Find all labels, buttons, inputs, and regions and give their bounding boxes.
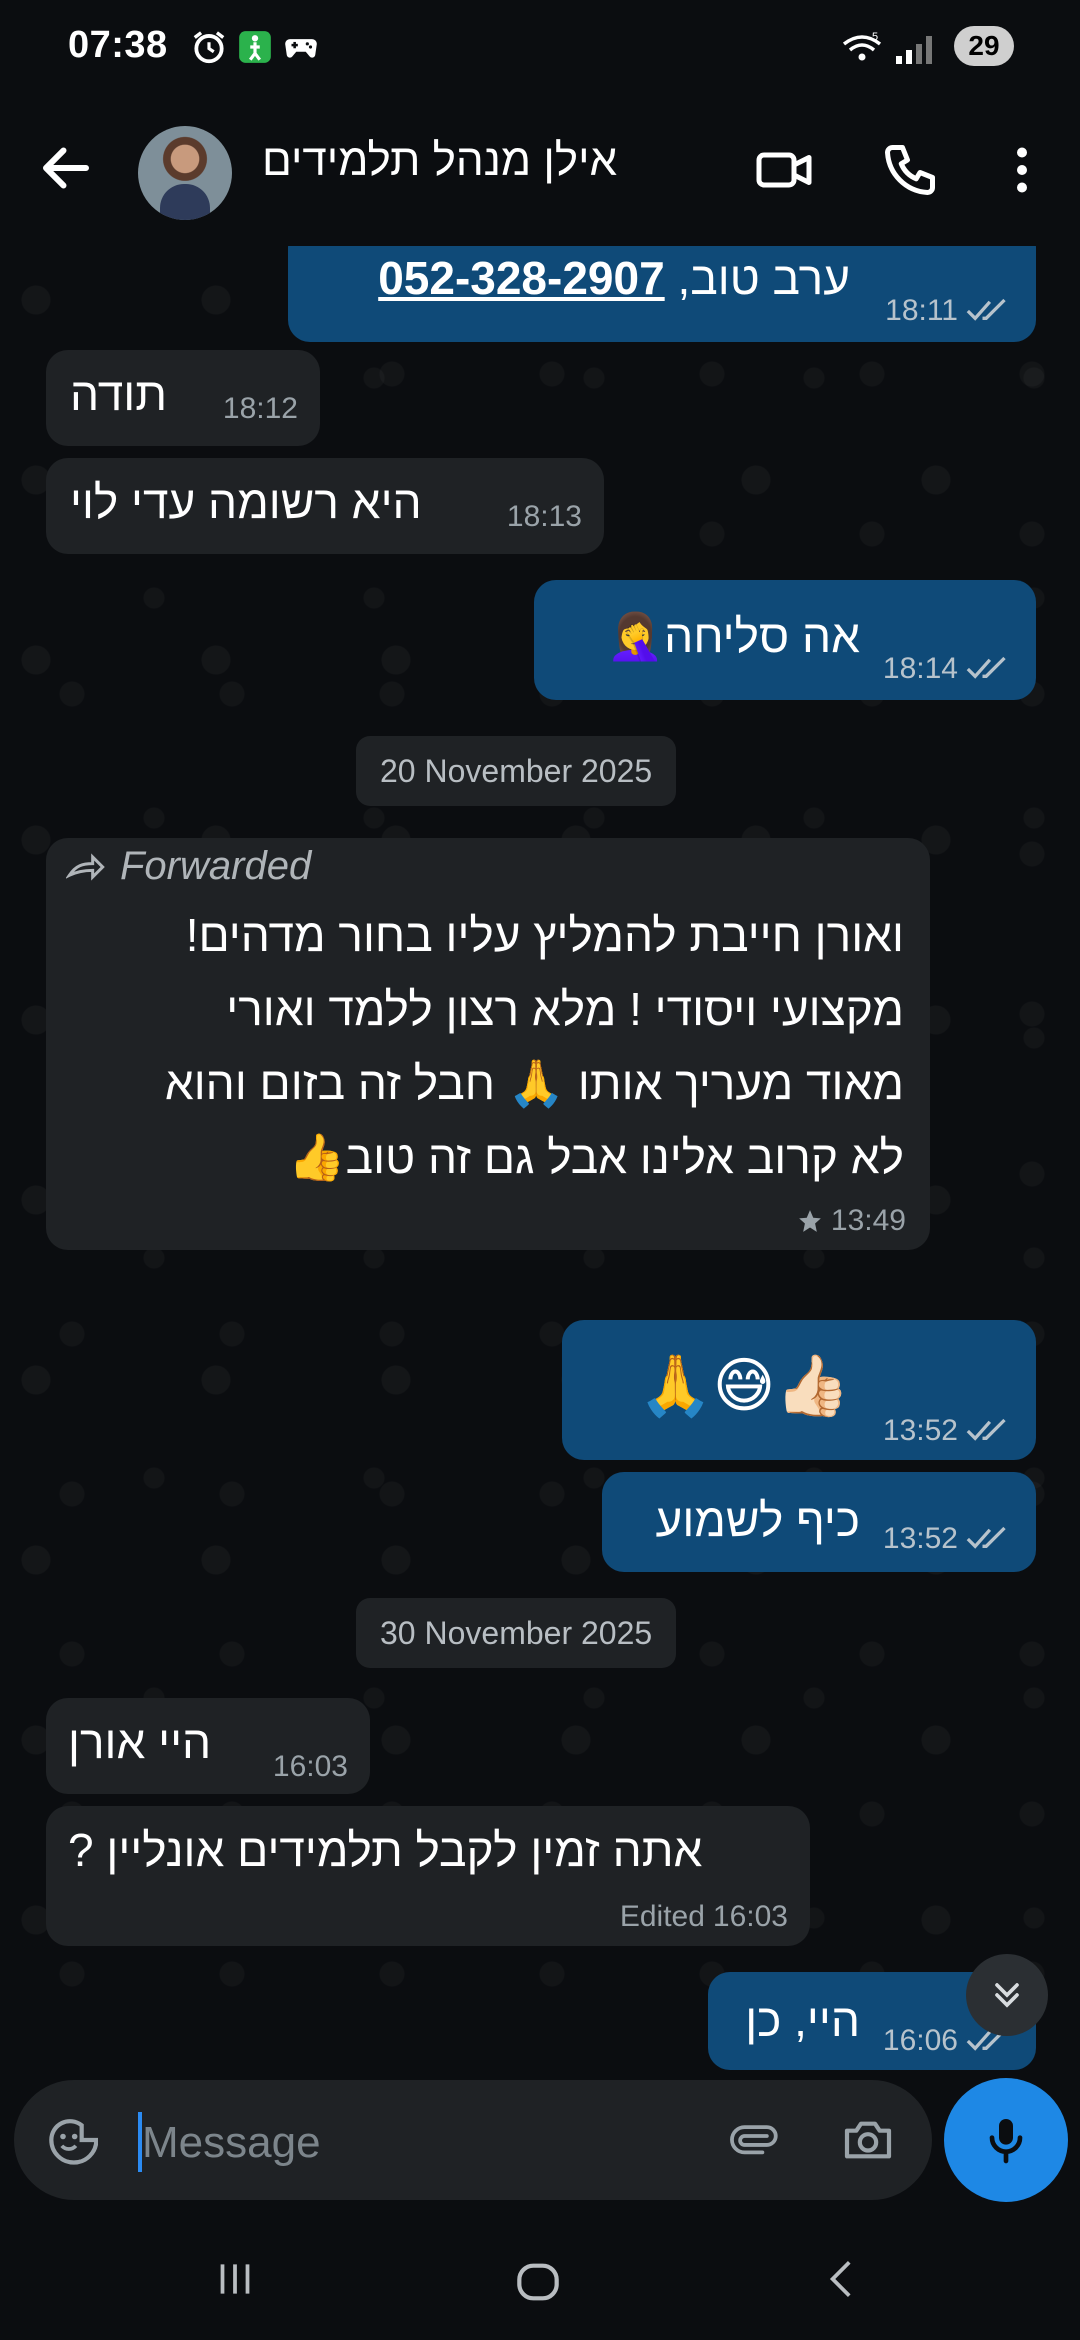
microphone-icon <box>989 2119 1023 2164</box>
message-time: 18:14 <box>882 652 958 685</box>
message-time: 18:12 <box>222 392 298 425</box>
back-nav-icon[interactable] <box>818 2254 868 2304</box>
date-chip: 20 November 2025 <box>356 736 677 806</box>
message-text: היי, כן <box>745 1994 860 2046</box>
back-arrow-icon[interactable] <box>36 138 96 198</box>
alarm-icon <box>193 31 225 64</box>
double-chevron-down-icon <box>995 1983 1019 2008</box>
message-text: ערב טוב, <box>677 252 850 304</box>
message-line: לא קרוב אלינו אבל גם זה טוב👍 <box>288 1131 904 1183</box>
message-text: היא רשומה עדי לוי <box>70 476 422 528</box>
message-line: מקצועי ויסודי ! מלא רצון ללמד ואורי <box>226 983 904 1035</box>
read-ticks-icon <box>966 1418 1006 1441</box>
phone-icon[interactable] <box>880 140 940 200</box>
message-time: 16:06 <box>882 2024 958 2057</box>
forwarded-label: Forwarded <box>120 844 312 888</box>
message-time: 13:49 <box>830 1204 906 1237</box>
game-controller-icon <box>285 39 317 58</box>
edited-label: Edited <box>619 1900 705 1933</box>
message-bubble-forwarded[interactable]: Forwarded ואורן חייבת להמליץ עליו בחור מ… <box>46 838 930 1250</box>
message-text: אתה זמין לקבל תלמידים אונליין ? <box>68 1824 703 1876</box>
message-line: מאוד מעריך אותו 🙏 חבל זה בזום והוא <box>164 1057 904 1109</box>
status-time: 07:38 <box>68 24 168 66</box>
message-bubble-outgoing[interactable]: כיף לשמוע 13:52 <box>602 1472 1036 1572</box>
camera-icon[interactable] <box>840 2112 896 2168</box>
chat-messages-area[interactable]: ערב טוב, 052-328-2907 18:11 תודה 18:12 ה… <box>0 246 1080 2072</box>
message-bubble-incoming[interactable]: תודה 18:12 <box>46 350 320 446</box>
facepalm-emoji: 🤦‍♀️ <box>606 609 665 663</box>
message-input[interactable]: Message <box>142 2118 321 2168</box>
voice-record-button[interactable] <box>944 2078 1068 2202</box>
svg-text:5: 5 <box>872 31 878 43</box>
read-ticks-icon <box>966 1526 1006 1549</box>
read-ticks-icon <box>966 298 1006 321</box>
message-bubble-outgoing[interactable]: 🙏😅👍🏻 13:52 <box>562 1320 1036 1460</box>
emoji-message: 🙏😅👍🏻 <box>638 1351 850 1421</box>
starred-icon <box>799 1210 821 1232</box>
battery-indicator: 29 <box>954 26 1014 66</box>
more-options-icon[interactable] <box>992 140 1052 200</box>
contact-avatar[interactable] <box>138 126 232 220</box>
recent-apps-icon[interactable] <box>210 2254 260 2304</box>
message-bubble-outgoing[interactable]: אה סליחה🤦‍♀️ 18:14 <box>534 580 1036 700</box>
message-time: 16:03 <box>272 1750 348 1783</box>
message-text: אה סליחה <box>664 610 860 662</box>
message-input-bar: Message <box>14 2080 932 2200</box>
message-text: היי אורן <box>68 1716 212 1768</box>
message-bubble-outgoing[interactable]: ערב טוב, 052-328-2907 18:11 <box>288 246 1036 342</box>
message-time: 13:52 <box>882 1522 958 1555</box>
message-time: 13:52 <box>882 1414 958 1447</box>
message-time: 18:13 <box>506 500 582 533</box>
forward-icon <box>66 852 105 881</box>
message-text: תודה <box>70 368 168 420</box>
status-bar: 07:38 5 29 <box>0 0 1080 96</box>
contact-name[interactable]: אילן מנהל תלמידים <box>262 136 617 186</box>
video-call-icon[interactable] <box>754 140 814 200</box>
phone-link[interactable]: 052-328-2907 <box>378 252 664 304</box>
date-chip: 30 November 2025 <box>356 1598 677 1668</box>
message-time: 16:03 <box>712 1900 788 1933</box>
message-bubble-incoming[interactable]: אתה זמין לקבל תלמידים אונליין ? Edited 1… <box>46 1806 810 1946</box>
system-navigation-bar <box>0 2214 1080 2340</box>
read-ticks-icon <box>966 656 1006 679</box>
scroll-to-bottom-button[interactable] <box>966 1954 1048 2036</box>
message-line: ואורן חייבת להמליץ עליו בחור מדהים! <box>185 909 904 961</box>
message-time: 18:11 <box>885 294 958 327</box>
message-bubble-incoming[interactable]: היי אורן 16:03 <box>46 1698 370 1794</box>
attach-icon[interactable] <box>724 2112 780 2168</box>
chat-header: אילן מנהל תלמידים <box>0 96 1080 247</box>
message-text: כיף לשמוע <box>655 1494 860 1546</box>
message-bubble-incoming[interactable]: היא רשומה עדי לוי 18:13 <box>46 458 604 554</box>
wifi-signal-icon: 5 <box>842 31 932 64</box>
sticker-emoji-icon[interactable] <box>42 2112 98 2168</box>
fitness-app-icon <box>239 31 271 63</box>
home-icon[interactable] <box>510 2254 566 2310</box>
